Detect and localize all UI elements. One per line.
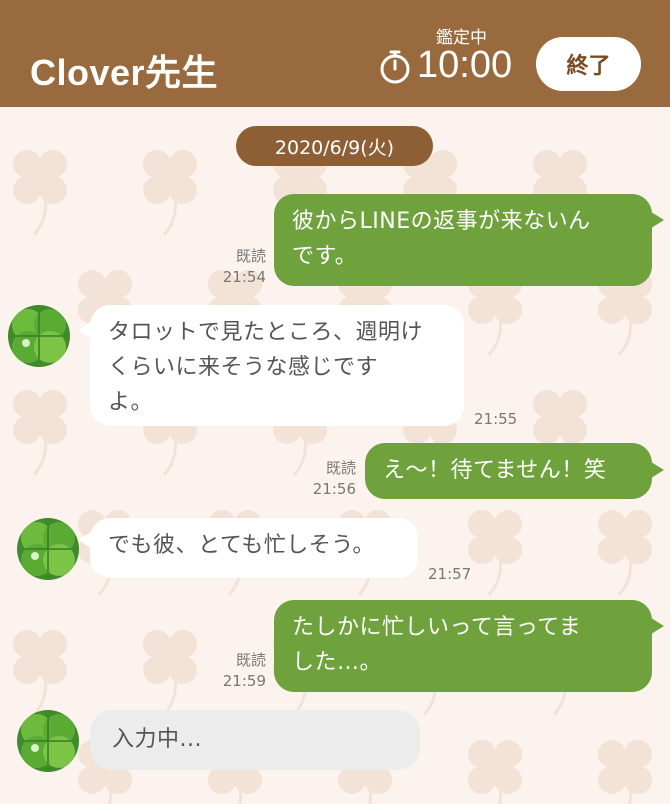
message-bubble: でも彼、とても忙しそう。 [90,518,418,578]
message-time: 21:55 [474,410,518,428]
message-line: 彼からLINEの返事が来ないん [292,209,591,234]
message-line: です。 [292,244,358,269]
message-bubble: え〜！待てません！笑 [365,443,652,499]
clover-leaf-icon [8,305,70,367]
message-meta: 既読 21:56 [290,458,356,500]
message-bubble: たしかに忙しいって言ってま した…。 [274,600,652,692]
message-time: 21:54 [222,268,266,286]
message-bubble: 彼からLINEの返事が来ないん です。 [274,194,652,286]
message-time: 21:56 [312,480,356,498]
message-time: 21:57 [428,565,472,583]
message-meta: 既読 21:54 [200,246,266,288]
message-line: タロットで見たところ、週明け [108,320,424,345]
typing-bubble: 入力中... [90,710,420,770]
advisor-avatar[interactable] [17,518,79,580]
message-bubble: タロットで見たところ、週明け くらいに来そうな感じです よ。 [90,305,464,426]
message-line: でも彼、とても忙しそう。 [108,533,375,558]
session-timer: 10:00 [417,44,513,86]
read-receipt: 既読 [235,247,266,265]
stopwatch-icon [380,50,410,84]
read-receipt: 既読 [235,651,266,669]
advisor-avatar[interactable] [8,305,70,367]
message-meta: 既読 21:59 [200,650,266,692]
message-line: くらいに来そうな感じです [108,355,379,380]
message-line: した…。 [292,650,383,675]
date-divider: 2020/6/9(火) [236,126,433,166]
clover-leaf-icon [17,710,79,772]
clover-leaf-icon [17,518,79,580]
bubble-tail [648,210,664,230]
end-session-button[interactable]: 終了 [536,37,641,91]
chat-header: Clover先生 鑑定中 10:00 終了 [0,0,670,107]
advisor-avatar[interactable] [17,710,79,772]
message-time: 21:59 [222,672,266,690]
advisor-name: Clover先生 [30,52,219,93]
message-line: え〜！待てません！笑 [383,458,607,483]
message-line: たしかに忙しいって言ってま [292,615,582,640]
bubble-tail [648,616,664,636]
message-line: よ。 [108,390,154,415]
bubble-tail [648,460,664,480]
read-receipt: 既読 [325,459,356,477]
